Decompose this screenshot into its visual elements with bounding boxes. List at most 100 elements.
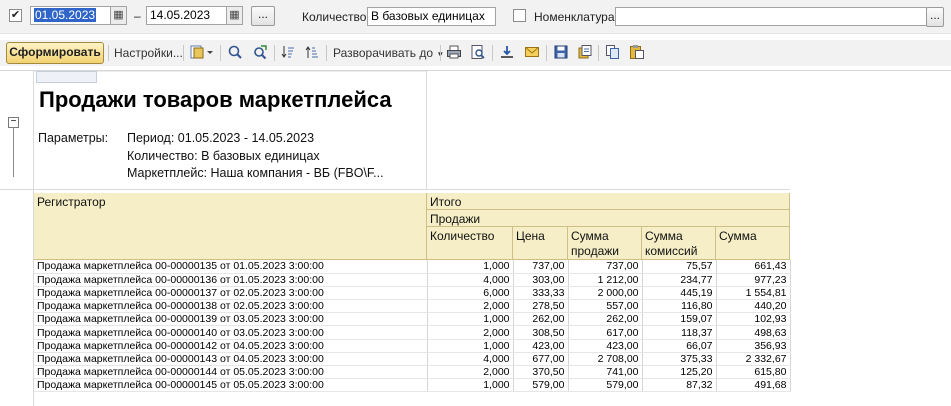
- print-icon[interactable]: [445, 44, 463, 62]
- cell-quantity[interactable]: 1,000: [427, 339, 514, 353]
- cell-sale-sum[interactable]: 2 708,00: [568, 352, 643, 367]
- quantity-select[interactable]: В базовых единицах: [367, 7, 496, 26]
- calendar-icon[interactable]: ▦: [110, 6, 127, 25]
- report-spreadsheet[interactable]: − Продажи товаров маркетплейса Параметры…: [0, 70, 951, 406]
- cell-sale-sum[interactable]: 557,00: [568, 299, 643, 314]
- cell-price[interactable]: 333,33: [513, 286, 569, 301]
- table-row[interactable]: Продажа маркетплейса 00-00000144 от 05.0…: [34, 365, 791, 380]
- cell-quantity[interactable]: 2,000: [427, 325, 514, 340]
- cell-registrar[interactable]: Продажа маркетплейса 00-00000144 от 05.0…: [34, 365, 428, 380]
- cell-registrar[interactable]: Продажа маркетплейса 00-00000136 от 01.0…: [34, 273, 428, 287]
- group-line: [13, 127, 14, 177]
- cell-registrar[interactable]: Продажа маркетплейса 00-00000139 от 03.0…: [34, 312, 428, 327]
- cell-commission[interactable]: 87,32: [642, 378, 717, 393]
- cell-sum[interactable]: 102,93: [716, 312, 791, 327]
- cell-price[interactable]: 303,00: [513, 273, 569, 287]
- calendar-icon[interactable]: ▦: [226, 6, 243, 25]
- cell-sale-sum[interactable]: 423,00: [568, 339, 643, 353]
- cell-price[interactable]: 737,00: [513, 260, 569, 274]
- cell-sale-sum[interactable]: 579,00: [568, 378, 643, 393]
- table-row[interactable]: Продажа маркетплейса 00-00000143 от 04.0…: [34, 352, 791, 367]
- period-select-button[interactable]: ...: [251, 6, 275, 26]
- table-row[interactable]: Продажа маркетплейса 00-00000136 от 01.0…: [34, 273, 791, 287]
- cell-sum[interactable]: 1 554,81: [716, 286, 791, 301]
- cell-registrar[interactable]: Продажа маркетплейса 00-00000145 от 05.0…: [34, 378, 428, 393]
- header-quantity: Количество: [427, 227, 513, 260]
- generate-button[interactable]: Сформировать: [6, 42, 104, 64]
- cell-registrar[interactable]: Продажа маркетплейса 00-00000137 от 02.0…: [34, 286, 428, 301]
- nomenclature-field[interactable]: [615, 7, 927, 26]
- email-icon[interactable]: [523, 44, 541, 62]
- table-row[interactable]: Продажа маркетплейса 00-00000137 от 02.0…: [34, 286, 791, 301]
- cell-sum[interactable]: 661,43: [716, 260, 791, 274]
- cell-sum[interactable]: 491,68: [716, 378, 791, 393]
- cell-sale-sum[interactable]: 741,00: [568, 365, 643, 380]
- cell-commission[interactable]: 116,80: [642, 299, 717, 314]
- expand-to-button[interactable]: Разворачивать до ▼: [333, 46, 444, 60]
- sort-asc-icon[interactable]: [303, 44, 321, 62]
- active-cell[interactable]: [36, 71, 97, 83]
- open-icon[interactable]: [576, 44, 594, 62]
- cell-sum[interactable]: 615,80: [716, 365, 791, 380]
- cell-commission[interactable]: 118,37: [642, 325, 717, 340]
- cell-quantity[interactable]: 4,000: [427, 273, 514, 287]
- table-row[interactable]: Продажа маркетплейса 00-00000140 от 03.0…: [34, 325, 791, 340]
- cell-registrar[interactable]: Продажа маркетплейса 00-00000135 от 01.0…: [34, 260, 428, 274]
- cell-sale-sum[interactable]: 262,00: [568, 312, 643, 327]
- cell-price[interactable]: 370,50: [513, 365, 569, 380]
- cell-price[interactable]: 262,00: [513, 312, 569, 327]
- cell-quantity[interactable]: 2,000: [427, 299, 514, 314]
- cell-commission[interactable]: 66,07: [642, 339, 717, 353]
- cell-sum[interactable]: 440,20: [716, 299, 791, 314]
- cell-registrar[interactable]: Продажа маркетплейса 00-00000143 от 04.0…: [34, 352, 428, 367]
- period-checkbox[interactable]: ✔: [9, 9, 22, 22]
- cell-commission[interactable]: 234,77: [642, 273, 717, 287]
- cell-sum[interactable]: 977,23: [716, 273, 791, 287]
- cell-sale-sum[interactable]: 737,00: [568, 260, 643, 274]
- report-variant-icon[interactable]: [188, 44, 216, 62]
- cell-quantity[interactable]: 1,000: [427, 312, 514, 327]
- cell-price[interactable]: 423,00: [513, 339, 569, 353]
- find-next-icon[interactable]: [251, 44, 269, 62]
- cell-registrar[interactable]: Продажа маркетплейса 00-00000140 от 03.0…: [34, 325, 428, 340]
- download-icon[interactable]: [498, 44, 516, 62]
- table-row[interactable]: Продажа маркетплейса 00-00000138 от 02.0…: [34, 299, 791, 314]
- sort-desc-icon[interactable]: [279, 44, 297, 62]
- nomenclature-select-button[interactable]: ...: [926, 7, 944, 27]
- save-icon[interactable]: [552, 44, 570, 62]
- cell-registrar[interactable]: Продажа маркетплейса 00-00000142 от 04.0…: [34, 339, 428, 353]
- cell-sale-sum[interactable]: 2 000,00: [568, 286, 643, 301]
- cell-sum[interactable]: 2 332,67: [716, 352, 791, 367]
- paste-icon[interactable]: [628, 44, 646, 62]
- search-icon[interactable]: [226, 44, 244, 62]
- cell-sum[interactable]: 498,63: [716, 325, 791, 340]
- print-preview-icon[interactable]: [469, 44, 487, 62]
- cell-sale-sum[interactable]: 617,00: [568, 325, 643, 340]
- cell-sum[interactable]: 356,93: [716, 339, 791, 353]
- copy-icon[interactable]: [604, 44, 622, 62]
- table-row[interactable]: Продажа маркетплейса 00-00000139 от 03.0…: [34, 312, 791, 327]
- cell-commission[interactable]: 75,57: [642, 260, 717, 274]
- settings-button[interactable]: Настройки...: [114, 46, 183, 60]
- cell-commission[interactable]: 125,20: [642, 365, 717, 380]
- cell-price[interactable]: 677,00: [513, 352, 569, 367]
- nomenclature-checkbox[interactable]: [513, 9, 526, 22]
- table-row[interactable]: Продажа маркетплейса 00-00000142 от 04.0…: [34, 339, 791, 353]
- table-row[interactable]: Продажа маркетплейса 00-00000135 от 01.0…: [34, 260, 791, 274]
- cell-quantity[interactable]: 1,000: [427, 378, 514, 393]
- date-from-value: 01.05.2023: [34, 8, 97, 22]
- cell-commission[interactable]: 159,07: [642, 312, 717, 327]
- report-title: Продажи товаров маркетплейса: [39, 87, 392, 112]
- cell-quantity[interactable]: 6,000: [427, 286, 514, 301]
- table-row[interactable]: Продажа маркетплейса 00-00000145 от 05.0…: [34, 378, 791, 393]
- cell-price[interactable]: 278,50: [513, 299, 569, 314]
- cell-quantity[interactable]: 4,000: [427, 352, 514, 367]
- cell-sale-sum[interactable]: 1 212,00: [568, 273, 643, 287]
- cell-quantity[interactable]: 1,000: [427, 260, 514, 274]
- cell-commission[interactable]: 445,19: [642, 286, 717, 301]
- cell-price[interactable]: 308,50: [513, 325, 569, 340]
- cell-price[interactable]: 579,00: [513, 378, 569, 393]
- cell-commission[interactable]: 375,33: [642, 352, 717, 367]
- cell-registrar[interactable]: Продажа маркетплейса 00-00000138 от 02.0…: [34, 299, 428, 314]
- cell-quantity[interactable]: 2,000: [427, 365, 514, 380]
